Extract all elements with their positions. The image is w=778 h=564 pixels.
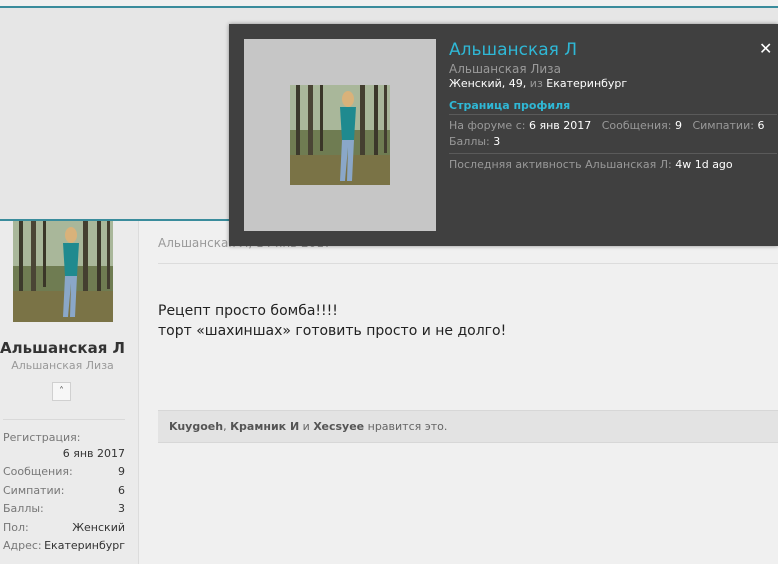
stat-value[interactable]: Екатеринбург <box>44 539 125 558</box>
tooltip-stats: На форуме с: 6 янв 2017 Сообщения: 9 Сим… <box>449 119 777 135</box>
sidebar-user-title: Альшанская Лиза <box>11 359 114 372</box>
reg-label: Регистрация: <box>3 431 81 444</box>
sidebar-stats: Регистрация: 6 янв 2017 Сообщения: 9 Сим… <box>3 431 125 558</box>
message-content: Альшанская Л, 14 янв 2017 Рецепт просто … <box>158 221 778 564</box>
points-value[interactable]: 3 <box>493 135 500 148</box>
sidebar-username[interactable]: Альшанская Л <box>0 339 125 357</box>
avatar-photo-icon <box>13 221 113 322</box>
message-user-info: Альшанская Л Альшанская Лиза ˄ Регистрац… <box>0 221 139 564</box>
from-label: из <box>529 77 543 90</box>
tooltip-divider <box>449 153 777 154</box>
activity-label: Последняя активность Альшанская Л: <box>449 158 672 171</box>
tooltip-avatar[interactable] <box>290 85 390 185</box>
member-tooltip: ✕ Альшанская Л Альшанская Лиза Женский, … <box>229 24 778 246</box>
messages-label: Сообщения: <box>601 119 672 132</box>
stat-row-gender: Пол: Женский <box>3 521 125 540</box>
tooltip-info: Альшанская Л Альшанская Лиза Женский, 49… <box>449 40 777 171</box>
reg-value: 6 янв 2017 <box>62 447 125 460</box>
joined-value: 6 янв 2017 <box>528 119 592 132</box>
tooltip-points: Баллы: 3 <box>449 135 777 151</box>
liker-link[interactable]: Крамник И <box>230 420 299 433</box>
likes-suffix: нравится это. <box>367 420 448 433</box>
stat-value[interactable]: 9 <box>118 465 125 484</box>
chevron-up-icon: ˄ <box>59 386 64 397</box>
city-link[interactable]: Екатеринбург <box>546 77 627 90</box>
messages-value[interactable]: 9 <box>675 119 682 132</box>
post-body: Рецепт просто бомба!!!! торт «шахиншах» … <box>158 301 506 341</box>
stat-label: Пол: <box>3 520 29 534</box>
likes-and: и <box>302 420 310 433</box>
activity-value: 4w 1d ago <box>675 158 733 171</box>
tooltip-username[interactable]: Альшанская Л <box>449 40 777 62</box>
likes-label: Симпатии: <box>692 119 754 132</box>
stat-value: 6 <box>118 483 125 497</box>
likes-summary: Kuygoeh, Крамник И и Xecsyee нравится эт… <box>158 410 778 443</box>
collapse-toggle-button[interactable]: ˄ <box>52 382 71 401</box>
liker-link[interactable]: Xecsyee <box>313 420 364 433</box>
profile-page-link[interactable]: Страница профиля <box>449 99 777 112</box>
stat-value: Женский <box>72 520 125 534</box>
tooltip-last-activity: Последняя активность Альшанская Л: 4w 1d… <box>449 158 777 171</box>
sidebar-avatar[interactable] <box>13 221 113 322</box>
forum-page: Альшанская Л Альшанская Лиза ˄ Регистрац… <box>0 0 778 564</box>
avatar-photo-icon <box>290 85 390 185</box>
likes-value: 6 <box>757 119 765 132</box>
tooltip-user-blurb: Женский, 49, из Екатеринбург <box>449 77 777 96</box>
meta-divider <box>158 263 778 264</box>
stat-row-points: Баллы: 3 <box>3 502 125 521</box>
joined-label: На форуме с: <box>449 119 526 132</box>
tooltip-avatar-frame <box>244 39 436 231</box>
liker-link[interactable]: Kuygoeh <box>169 420 223 433</box>
sidebar-divider <box>3 419 125 420</box>
stat-row-likes: Симпатии: 6 <box>3 484 125 503</box>
gender-age: Женский, 49, <box>449 77 527 90</box>
points-label: Баллы: <box>449 135 490 148</box>
stat-row-location: Адрес: Екатеринбург <box>3 539 125 558</box>
stat-label: Сообщения: <box>3 465 73 478</box>
tooltip-divider <box>449 114 777 115</box>
tooltip-user-title: Альшанская Лиза <box>449 62 561 76</box>
stat-label: Симпатии: <box>3 483 65 497</box>
stat-value[interactable]: 3 <box>118 502 125 521</box>
post-line: Рецепт просто бомба!!!! <box>158 303 338 319</box>
stat-label: Баллы: <box>3 502 44 515</box>
post-line: торт «шахиншах» готовить просто и не дол… <box>158 323 507 339</box>
stat-label: Адрес: <box>3 539 42 552</box>
likes-sep: , <box>223 420 227 433</box>
stat-row-messages: Сообщения: 9 <box>3 465 125 484</box>
